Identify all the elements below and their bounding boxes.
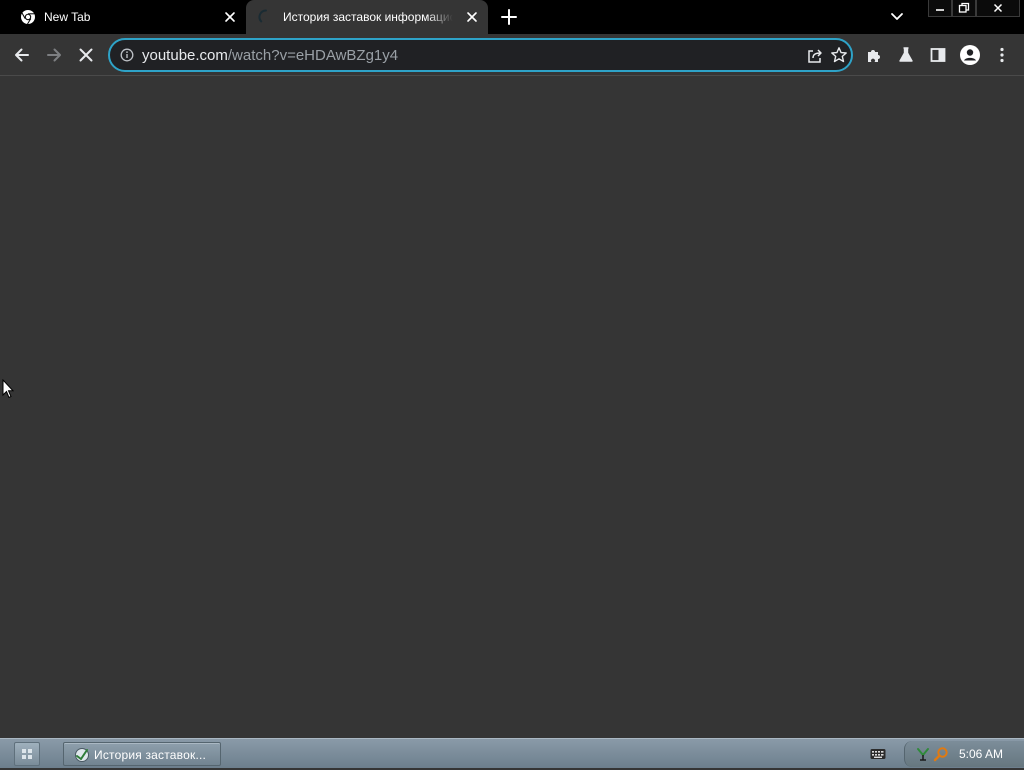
chrome-icon	[21, 10, 35, 25]
taskbar: История заставок... 5:06 AM	[0, 738, 1024, 768]
browser-window-icon	[75, 748, 89, 762]
extensions-button[interactable]	[862, 43, 886, 67]
start-button[interactable]	[14, 742, 40, 766]
star-icon[interactable]	[830, 46, 848, 64]
tab-strip: New Tab История заставок информационных	[0, 0, 1024, 34]
menu-button[interactable]	[990, 43, 1014, 67]
search-icon[interactable]	[933, 746, 949, 762]
forward-button[interactable]	[42, 43, 66, 67]
maximize-button[interactable]	[952, 0, 976, 17]
keyboard-icon[interactable]	[870, 748, 886, 760]
share-icon[interactable]	[806, 47, 824, 65]
close-window-button[interactable]	[976, 0, 1020, 17]
restore-icon	[958, 2, 970, 13]
address-bar[interactable]: youtube.com/watch?v=eHDAwBZg1y4	[108, 38, 853, 72]
plus-icon[interactable]	[500, 8, 518, 26]
taskbar-window-button[interactable]: История заставок...	[63, 742, 221, 766]
close-tab-icon[interactable]	[464, 9, 480, 25]
mouse-cursor-icon	[2, 379, 14, 399]
chevron-down-icon[interactable]	[888, 9, 906, 25]
stop-x-icon	[79, 48, 93, 62]
url-text[interactable]: youtube.com/watch?v=eHDAwBZg1y4	[142, 47, 398, 65]
kebab-menu-icon	[1000, 47, 1004, 63]
close-icon	[993, 3, 1003, 13]
arrow-right-icon	[47, 48, 61, 62]
taskbar-window-label: История заставок...	[94, 748, 207, 762]
tab-active-video[interactable]: История заставок информационных	[246, 0, 488, 34]
url-path: /watch?v=eHDAwBZg1y4	[227, 47, 399, 64]
flask-icon	[899, 47, 913, 62]
side-panel-icon	[930, 48, 946, 62]
tab-new-tab[interactable]: New Tab	[0, 0, 246, 34]
minimize-icon	[936, 9, 944, 11]
info-icon[interactable]	[120, 48, 134, 62]
page-content	[0, 77, 1024, 738]
network-status-icon[interactable]	[915, 746, 931, 762]
start-grid-icon	[22, 749, 32, 759]
close-tab-icon[interactable]	[222, 9, 238, 25]
stop-loading-button[interactable]	[74, 43, 98, 67]
back-button[interactable]	[10, 43, 34, 67]
url-host: youtube.com	[142, 47, 228, 64]
profile-avatar-icon	[960, 45, 980, 65]
clock[interactable]: 5:06 AM	[959, 747, 1003, 761]
profile-button[interactable]	[958, 43, 982, 67]
system-tray: 5:06 AM	[904, 741, 1024, 767]
browser-toolbar: youtube.com/watch?v=eHDAwBZg1y4	[0, 34, 1024, 76]
side-panel-button[interactable]	[926, 43, 950, 67]
loading-spinner-icon	[258, 9, 267, 23]
minimize-button[interactable]	[928, 0, 952, 17]
tab-title: New Tab	[44, 10, 91, 24]
arrow-left-icon	[15, 48, 29, 62]
tab-title: История заставок информационных	[283, 10, 453, 24]
labs-button[interactable]	[894, 43, 918, 67]
puzzle-icon	[868, 50, 880, 62]
